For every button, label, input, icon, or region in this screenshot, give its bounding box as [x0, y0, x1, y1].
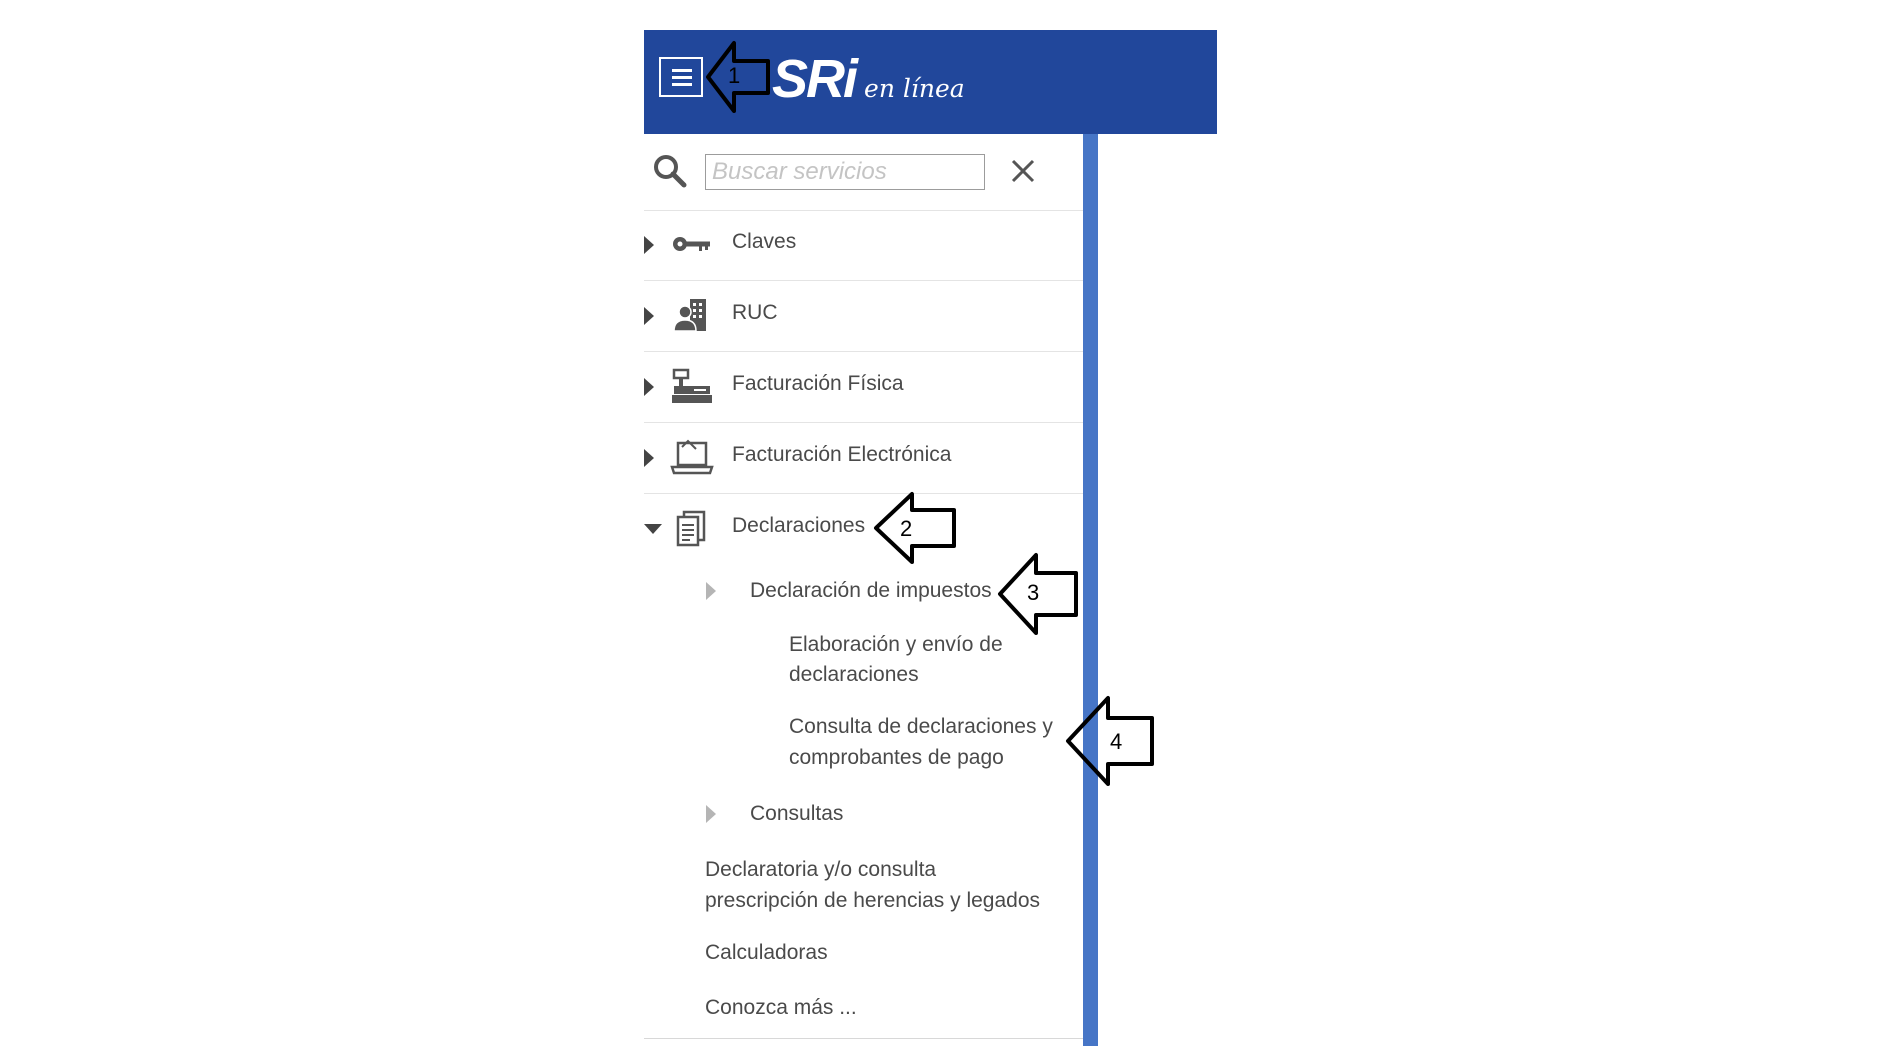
person-building-icon — [673, 299, 706, 332]
caret-right-icon — [644, 236, 654, 254]
hamburger-menu-icon — [672, 69, 692, 72]
logo-main: SRi — [772, 49, 858, 109]
menu-item-label: RUC — [732, 301, 778, 324]
menu-item-label: Facturación Electrónica — [732, 443, 952, 466]
hamburger-bar — [672, 83, 692, 86]
submenu-conozca-mas[interactable]: Conozca más ... — [705, 993, 857, 1023]
submenu-elaboracion-envio-line2[interactable]: declaraciones — [789, 660, 919, 690]
caret-right-icon[interactable] — [706, 805, 716, 823]
printer-icon — [672, 368, 712, 403]
menu-item-label: Claves — [732, 230, 797, 253]
menu-item-claves[interactable]: Claves — [644, 210, 1084, 281]
menu-item-facturacion-electronica[interactable]: Facturación Electrónica — [644, 423, 1084, 494]
search-icon[interactable] — [651, 152, 689, 190]
submenu-declaracion-impuestos[interactable]: Declaración de impuestos — [750, 576, 992, 606]
annotation-number-3: 3 — [1027, 580, 1040, 605]
logo-sub: en línea — [864, 74, 965, 103]
submenu-declaratoria-line2[interactable]: prescripción de herencias y legados — [705, 886, 1040, 916]
search-bar — [644, 134, 1084, 211]
caret-right-icon — [644, 378, 654, 396]
menu-item-facturacion-fisica[interactable]: Facturación Física — [644, 352, 1084, 423]
annotation-number-1: 1 — [728, 63, 741, 88]
caret-right-icon — [644, 449, 654, 467]
close-icon[interactable] — [1006, 154, 1040, 188]
menu-item-ruc[interactable]: RUC — [644, 281, 1084, 352]
search-input[interactable] — [705, 154, 985, 190]
caret-down-icon — [644, 524, 662, 534]
hamburger-menu-button[interactable] — [659, 57, 703, 97]
caret-right-icon — [644, 307, 654, 325]
submenu-consultas[interactable]: Consultas — [750, 799, 843, 829]
submenu-elaboracion-envio-line1[interactable]: Elaboración y envío de — [789, 630, 1003, 660]
document-icon — [676, 510, 706, 547]
submenu-consulta-declaraciones-line1[interactable]: Consulta de declaraciones y — [789, 712, 1053, 742]
scroll-bar[interactable] — [1083, 134, 1098, 1046]
menu-item-label: Facturación Física — [732, 372, 904, 395]
submenu-declaratoria-line1[interactable]: Declaratoria y/o consulta — [705, 855, 936, 885]
annotation-number-4: 4 — [1110, 729, 1123, 754]
laptop-icon — [670, 439, 714, 475]
hamburger-bar — [672, 76, 692, 79]
annotation-number-2: 2 — [900, 516, 913, 541]
annotation-arrow-2 — [874, 492, 956, 564]
menu-item-label: Declaraciones — [732, 514, 866, 537]
divider — [644, 1038, 1084, 1039]
key-icon — [673, 237, 710, 251]
submenu-calculadoras[interactable]: Calculadoras — [705, 938, 828, 968]
caret-right-icon[interactable] — [706, 582, 716, 600]
sri-logo[interactable]: SRi en línea — [772, 48, 965, 109]
submenu-consulta-declaraciones-line2[interactable]: comprobantes de pago — [789, 743, 1004, 773]
